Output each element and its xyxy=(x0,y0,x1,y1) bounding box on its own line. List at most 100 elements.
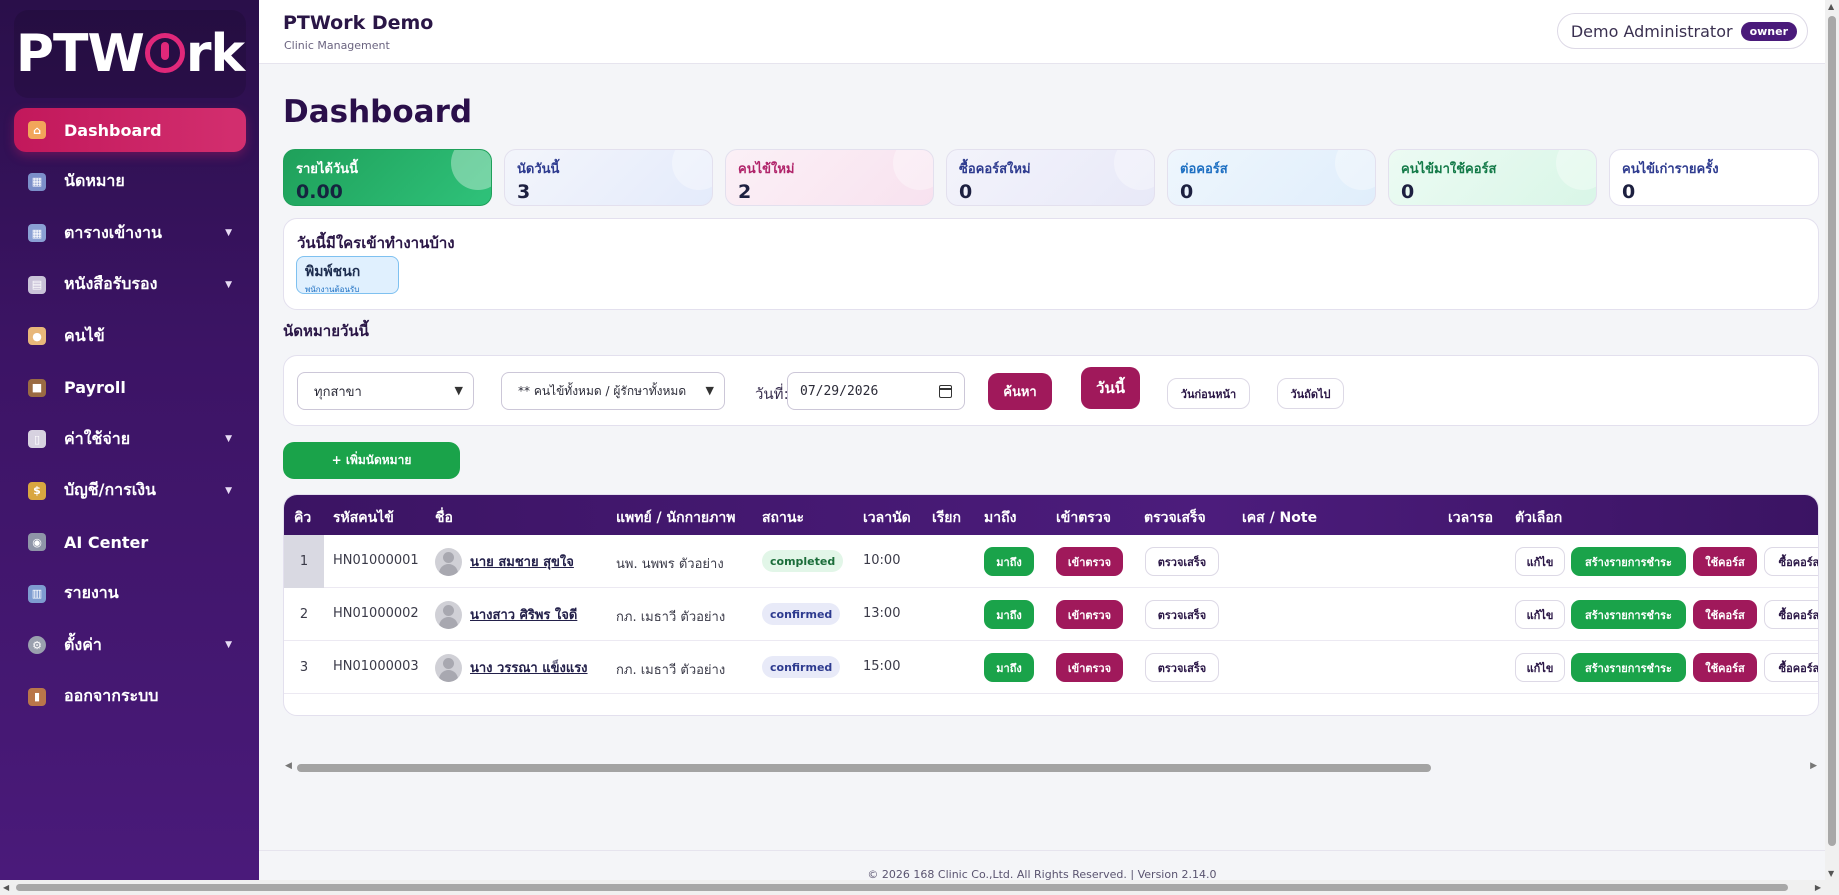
use-course-button[interactable]: ใช้คอร์ส xyxy=(1693,653,1757,682)
sidebar-item-patients[interactable]: ● คนไข้ xyxy=(14,314,246,358)
checkin-button[interactable]: เข้าตรวจ xyxy=(1056,547,1123,576)
chevron-down-icon: ▼ xyxy=(705,384,714,397)
sidebar-item-label: นัดหมาย xyxy=(64,171,125,190)
app-logo[interactable]: PTW rk xyxy=(14,10,246,98)
today-button[interactable]: วันนี้ xyxy=(1081,367,1140,409)
stat-label: คนไข้ใหม่ xyxy=(738,162,795,177)
date-input-value: 07/29/2026 xyxy=(800,383,879,399)
stat-card-revenue-today[interactable]: รายได้วันนี้ 0.00 xyxy=(283,149,492,206)
table-row: 1 HN01000001 นาย สมชาย สุขใจ นพ. นพพร ตั… xyxy=(284,535,1818,588)
patient-name-link[interactable]: นาย สมชาย สุขใจ xyxy=(470,551,574,572)
use-course-button[interactable]: ใช้คอร์ส xyxy=(1693,600,1757,629)
scrollbar-thumb[interactable] xyxy=(16,884,1788,891)
stat-label: นัดวันนี้ xyxy=(517,162,560,177)
arrived-button[interactable]: มาถึง xyxy=(984,547,1034,576)
scroll-right-icon[interactable]: ▶ xyxy=(1810,761,1817,771)
robot-icon: ◉ xyxy=(28,533,46,551)
previous-day-button[interactable]: วันก่อนหน้า xyxy=(1167,378,1250,409)
column-header: เวลารอ xyxy=(1448,510,1494,526)
scroll-left-icon[interactable]: ◀ xyxy=(3,883,9,892)
staff-chip[interactable]: พิมพ์ชนก พนักงานต้อนรับ xyxy=(296,256,399,294)
exam-done-button[interactable]: ตรวจเสร็จ xyxy=(1145,547,1219,576)
sidebar-item-logout[interactable]: ▮ ออกจากระบบ xyxy=(14,675,246,719)
search-button[interactable]: ค้นหา xyxy=(988,373,1052,410)
buy-course-button[interactable]: ซื้อคอร์ส xyxy=(1764,600,1818,629)
sidebar-item-label: ค่าใช้จ่าย xyxy=(64,428,131,448)
checkin-button[interactable]: เข้าตรวจ xyxy=(1056,653,1123,682)
stat-card-new-course-purchases[interactable]: ซื้อคอร์สใหม่ 0 xyxy=(946,149,1155,206)
sidebar-item-label: AI Center xyxy=(64,532,149,552)
edit-button[interactable]: แก้ไข xyxy=(1515,600,1565,629)
calendar-icon[interactable] xyxy=(939,385,952,398)
table-horizontal-scrollbar[interactable]: ◀ ▶ xyxy=(283,761,1819,773)
appointment-time: 15:00 xyxy=(863,659,901,674)
scroll-right-icon[interactable]: ▶ xyxy=(1815,883,1821,892)
stat-label: ซื้อคอร์สใหม่ xyxy=(959,162,1031,177)
appointment-filter-bar: ทุกสาขา ▼ ** คนไข้ทั้งหมด / ผู้รักษาทั้ง… xyxy=(283,355,1819,426)
exam-done-button[interactable]: ตรวจเสร็จ xyxy=(1145,653,1219,682)
patient-name-link[interactable]: นาง วรรณา แข็งแรง xyxy=(470,657,588,678)
buy-course-button[interactable]: ซื้อคอร์ส xyxy=(1764,547,1818,576)
sidebar-item-label: หนังสือรับรอง xyxy=(64,274,158,293)
sidebar-item-work-schedule[interactable]: ▦ ตารางเข้างาน ▼ xyxy=(14,211,246,255)
edit-button[interactable]: แก้ไข xyxy=(1515,653,1565,682)
sidebar-item-reports[interactable]: ▥ รายงาน xyxy=(14,572,246,616)
stat-label: คนไข้มาใช้คอร์ส xyxy=(1401,162,1497,177)
queue-number: 2 xyxy=(299,607,309,622)
column-header: แพทย์ / นักกายภาพ xyxy=(616,510,736,526)
date-input[interactable]: 07/29/2026 xyxy=(787,372,965,410)
door-icon: ▮ xyxy=(28,687,46,706)
stat-value: 0 xyxy=(1180,181,1194,203)
sidebar-item-accounting[interactable]: $ บัญชี/การเงิน ▼ xyxy=(14,469,246,513)
sidebar-item-ai-center[interactable]: ◉ AI Center xyxy=(14,520,246,564)
column-header: ชื่อ xyxy=(435,510,453,526)
arrived-button[interactable]: มาถึง xyxy=(984,653,1034,682)
scrollbar-thumb[interactable] xyxy=(297,764,1431,772)
stat-card-returning-patients[interactable]: คนไข้เก่ารายครั้ง 0 xyxy=(1609,149,1819,206)
status-badge: confirmed xyxy=(762,603,841,625)
sidebar-item-label: บัญชี/การเงิน xyxy=(64,480,156,499)
arrived-button[interactable]: มาถึง xyxy=(984,600,1034,629)
sidebar-item-payroll[interactable]: ■ Payroll xyxy=(14,366,246,410)
buy-course-button[interactable]: ซื้อคอร์ส xyxy=(1764,653,1818,682)
stat-value: 0.00 xyxy=(296,181,343,203)
scroll-left-icon[interactable]: ◀ xyxy=(285,761,292,771)
window-horizontal-scrollbar[interactable]: ◀ ▶ xyxy=(0,880,1839,895)
stat-card-new-patients[interactable]: คนไข้ใหม่ 2 xyxy=(725,149,934,206)
provider-name: นพ. นพพร ตัวอย่าง xyxy=(616,557,724,572)
use-course-button[interactable]: ใช้คอร์ส xyxy=(1693,547,1757,576)
scroll-down-icon[interactable]: ▼ xyxy=(1828,869,1834,878)
logo-mark-icon xyxy=(144,33,185,73)
stat-card-course-renewals[interactable]: ต่อคอร์ส 0 xyxy=(1167,149,1376,206)
provider-select[interactable]: ** คนไข้ทั้งหมด / ผู้รักษาทั้งหมด ▼ xyxy=(501,372,725,410)
create-payment-button[interactable]: สร้างรายการชำระ xyxy=(1571,547,1686,576)
add-appointment-button[interactable]: + เพิ่มนัดหมาย xyxy=(283,442,460,479)
checkin-button[interactable]: เข้าตรวจ xyxy=(1056,600,1123,629)
date-label: วันที่: xyxy=(755,385,789,403)
stat-card-appointments-today[interactable]: นัดวันนี้ 3 xyxy=(504,149,713,206)
patient-hn: HN01000001 xyxy=(333,553,419,568)
stat-card-course-usage[interactable]: คนไข้มาใช้คอร์ส 0 xyxy=(1388,149,1597,206)
scrollbar-thumb[interactable] xyxy=(1828,16,1836,846)
sidebar-item-dashboard[interactable]: ⌂ Dashboard xyxy=(14,108,246,152)
column-header: ตัวเลือก xyxy=(1515,510,1563,526)
window-vertical-scrollbar[interactable]: ▲ ▼ xyxy=(1825,0,1839,880)
sidebar-nav: ⌂ Dashboard ▦ นัดหมาย ▦ ตารางเข้างาน ▼ ▤… xyxy=(14,108,246,726)
edit-button[interactable]: แก้ไข xyxy=(1515,547,1565,576)
stat-value: 3 xyxy=(517,181,531,203)
patient-name-link[interactable]: นางสาว ศิริพร ใจดี xyxy=(470,604,577,625)
user-menu[interactable]: Demo Administrator owner xyxy=(1556,13,1808,49)
provider-name: กภ. เมธาวี ตัวอย่าง xyxy=(616,663,726,678)
column-header: เวลานัด xyxy=(863,510,911,526)
next-day-button[interactable]: วันถัดไป xyxy=(1277,378,1344,409)
scroll-up-icon[interactable]: ▲ xyxy=(1828,2,1834,11)
sidebar-item-expenses[interactable]: ▯ ค่าใช้จ่าย ▼ xyxy=(14,417,246,461)
create-payment-button[interactable]: สร้างรายการชำระ xyxy=(1571,653,1686,682)
sidebar-item-certificates[interactable]: ▤ หนังสือรับรอง ▼ xyxy=(14,263,246,307)
create-payment-button[interactable]: สร้างรายการชำระ xyxy=(1571,600,1686,629)
exam-done-button[interactable]: ตรวจเสร็จ xyxy=(1145,600,1219,629)
branch-select[interactable]: ทุกสาขา ▼ xyxy=(297,372,474,410)
sidebar-item-appointments[interactable]: ▦ นัดหมาย xyxy=(14,160,246,204)
sidebar-item-settings[interactable]: ⚙ ตั้งค่า ▼ xyxy=(14,623,246,667)
status-badge: completed xyxy=(762,550,844,572)
